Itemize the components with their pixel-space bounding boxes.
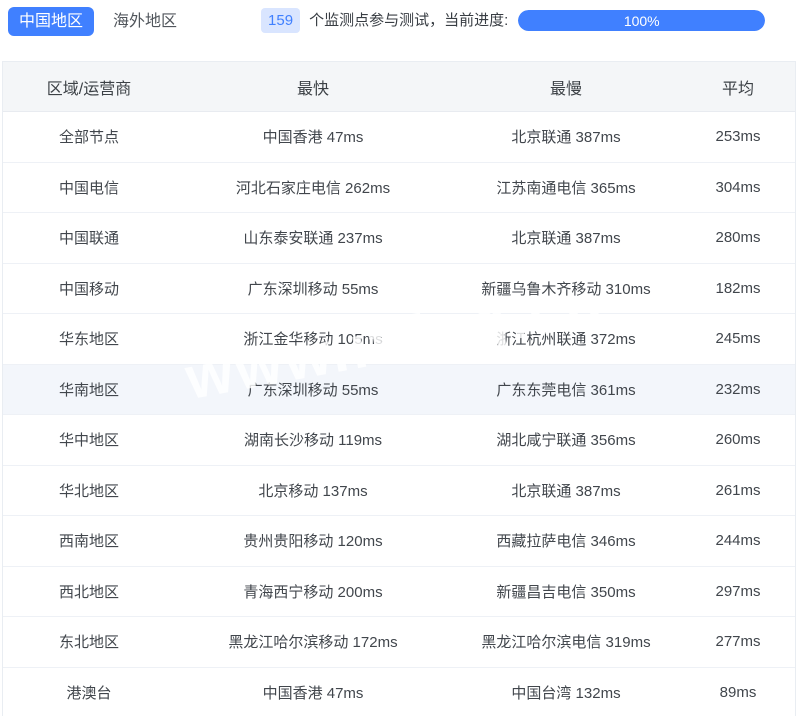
ping-result-table: 区域/运营商 最快 最慢 平均 全部节点 中国香港 47ms 北京联通 387m…: [2, 61, 796, 716]
cell-slowest: 江苏南通电信 365ms: [451, 177, 681, 198]
cell-fastest: 贵州贵阳移动 120ms: [175, 530, 451, 551]
cell-average: 253ms: [681, 128, 795, 145]
table-row: 华中地区 湖南长沙移动 119ms 湖北咸宁联通 356ms 260ms: [3, 415, 795, 466]
cell-region: 西北地区: [3, 581, 175, 602]
cell-fastest: 北京移动 137ms: [175, 480, 451, 501]
top-bar: 中国地区 海外地区 159 个监测点参与测试，当前进度: 100%: [0, 0, 801, 61]
cell-average: 304ms: [681, 179, 795, 196]
progress-bar: 100%: [518, 10, 765, 31]
cell-average: 277ms: [681, 633, 795, 650]
table-row: 华北地区 北京移动 137ms 北京联通 387ms 261ms: [3, 466, 795, 517]
cell-region: 东北地区: [3, 631, 175, 652]
table-row: 港澳台 中国香港 47ms 中国台湾 132ms 89ms: [3, 668, 795, 716]
header-average: 平均: [681, 75, 795, 99]
cell-average: 261ms: [681, 482, 795, 499]
header-slowest: 最慢: [451, 75, 681, 99]
cell-fastest: 湖南长沙移动 119ms: [175, 429, 451, 450]
cell-average: 89ms: [681, 684, 795, 701]
progress-bar-fill: 100%: [518, 10, 765, 31]
table-body: 全部节点 中国香港 47ms 北京联通 387ms 253ms 中国电信 河北石…: [3, 112, 795, 716]
cell-region: 中国电信: [3, 177, 175, 198]
cell-slowest: 浙江杭州联通 372ms: [451, 328, 681, 349]
cell-fastest: 浙江金华移动 105ms: [175, 328, 451, 349]
table-row: 华东地区 浙江金华移动 105ms 浙江杭州联通 372ms 245ms: [3, 314, 795, 365]
table-header-row: 区域/运营商 最快 最慢 平均: [3, 62, 795, 112]
table-row: 中国电信 河北石家庄电信 262ms 江苏南通电信 365ms 304ms: [3, 163, 795, 214]
cell-fastest: 中国香港 47ms: [175, 682, 451, 703]
cell-slowest: 中国台湾 132ms: [451, 682, 681, 703]
cell-slowest: 北京联通 387ms: [451, 480, 681, 501]
cell-slowest: 北京联通 387ms: [451, 126, 681, 147]
table-row: 全部节点 中国香港 47ms 北京联通 387ms 253ms: [3, 112, 795, 163]
table-row: 西北地区 青海西宁移动 200ms 新疆昌吉电信 350ms 297ms: [3, 567, 795, 618]
cell-fastest: 黑龙江哈尔滨移动 172ms: [175, 631, 451, 652]
cell-fastest: 山东泰安联通 237ms: [175, 227, 451, 248]
cell-average: 280ms: [681, 229, 795, 246]
cell-average: 232ms: [681, 381, 795, 398]
cell-region: 中国移动: [3, 278, 175, 299]
table-row: 中国联通 山东泰安联通 237ms 北京联通 387ms 280ms: [3, 213, 795, 264]
tab-overseas-region[interactable]: 海外地区: [113, 7, 177, 36]
header-region-carrier: 区域/运营商: [3, 75, 175, 99]
table-row: 中国移动 广东深圳移动 55ms 新疆乌鲁木齐移动 310ms 182ms: [3, 264, 795, 315]
cell-region: 华北地区: [3, 480, 175, 501]
cell-fastest: 广东深圳移动 55ms: [175, 379, 451, 400]
cell-fastest: 中国香港 47ms: [175, 126, 451, 147]
cell-region: 中国联通: [3, 227, 175, 248]
cell-average: 297ms: [681, 583, 795, 600]
cell-slowest: 西藏拉萨电信 346ms: [451, 530, 681, 551]
cell-average: 182ms: [681, 280, 795, 297]
cell-slowest: 新疆昌吉电信 350ms: [451, 581, 681, 602]
table-row: 华南地区 广东深圳移动 55ms 广东东莞电信 361ms 232ms: [3, 365, 795, 416]
cell-region: 西南地区: [3, 530, 175, 551]
cell-region: 港澳台: [3, 682, 175, 703]
cell-region: 华南地区: [3, 379, 175, 400]
tab-china-region[interactable]: 中国地区: [8, 7, 94, 36]
header-fastest: 最快: [175, 75, 451, 99]
cell-average: 244ms: [681, 532, 795, 549]
cell-region: 华东地区: [3, 328, 175, 349]
monitor-description: 个监测点参与测试，当前进度:: [309, 7, 508, 34]
cell-slowest: 广东东莞电信 361ms: [451, 379, 681, 400]
cell-average: 245ms: [681, 330, 795, 347]
cell-slowest: 新疆乌鲁木齐移动 310ms: [451, 278, 681, 299]
cell-average: 260ms: [681, 431, 795, 448]
cell-fastest: 青海西宁移动 200ms: [175, 581, 451, 602]
cell-slowest: 黑龙江哈尔滨电信 319ms: [451, 631, 681, 652]
cell-region: 华中地区: [3, 429, 175, 450]
monitor-count-badge: 159: [261, 8, 300, 33]
table-row: 西南地区 贵州贵阳移动 120ms 西藏拉萨电信 346ms 244ms: [3, 516, 795, 567]
cell-slowest: 北京联通 387ms: [451, 227, 681, 248]
cell-slowest: 湖北咸宁联通 356ms: [451, 429, 681, 450]
progress-percent-label: 100%: [624, 13, 660, 29]
cell-fastest: 河北石家庄电信 262ms: [175, 177, 451, 198]
cell-region: 全部节点: [3, 126, 175, 147]
cell-fastest: 广东深圳移动 55ms: [175, 278, 451, 299]
table-row: 东北地区 黑龙江哈尔滨移动 172ms 黑龙江哈尔滨电信 319ms 277ms: [3, 617, 795, 668]
